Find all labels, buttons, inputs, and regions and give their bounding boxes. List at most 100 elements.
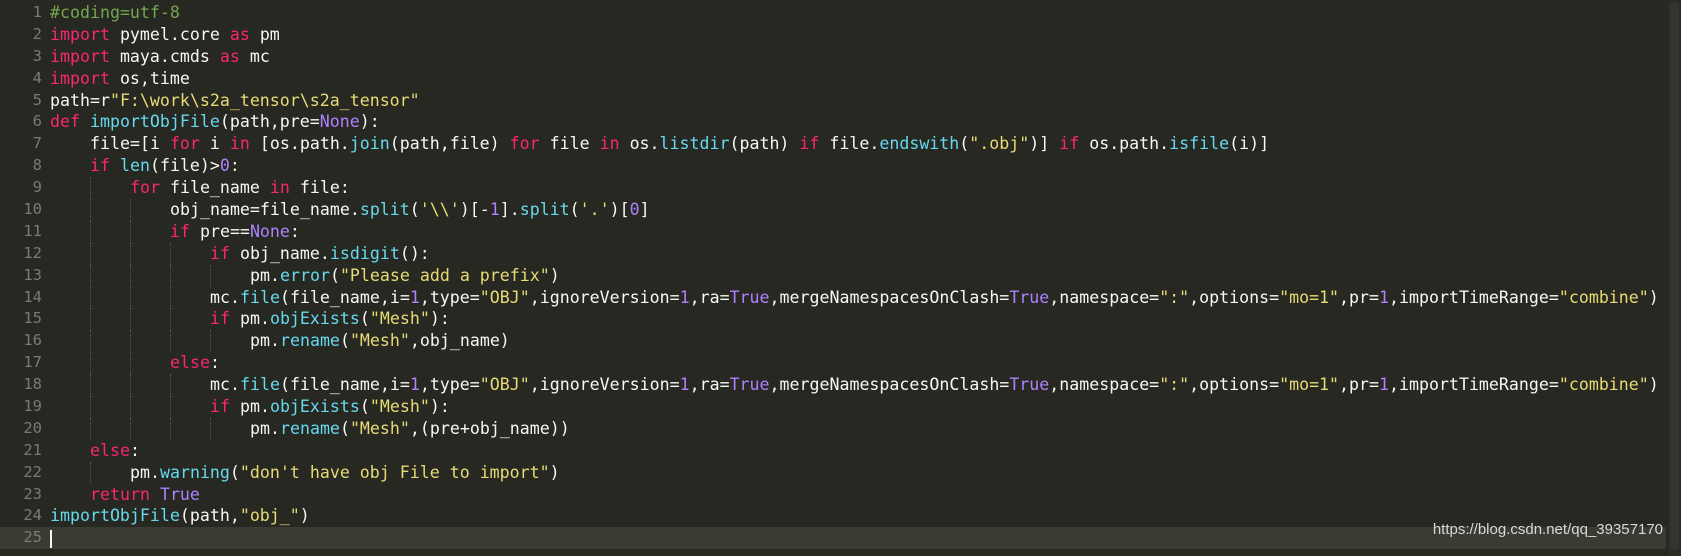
code-token: 0 xyxy=(629,200,640,220)
code-line[interactable]: 10 obj_name=file_name.split('\\')[-1].spl… xyxy=(0,199,1666,221)
code-text: if obj_name.isdigit(): xyxy=(210,243,430,265)
line-number: 7 xyxy=(32,134,42,153)
code-token: "obj_" xyxy=(239,506,300,526)
code-line[interactable]: 3 import maya.cmds as mc xyxy=(0,46,1666,68)
line-number: 21 xyxy=(23,440,42,459)
code-line[interactable]: 17 else: xyxy=(0,352,1666,375)
code-line[interactable]: 14 mc.file(file_name,i=1,type="OBJ",ignor… xyxy=(0,286,1666,309)
code-token: pm. xyxy=(250,331,280,351)
code-token: else xyxy=(170,353,210,373)
code-token: ( xyxy=(359,397,370,417)
code-line[interactable]: 7 file=[i for i in [os.path.join(path,fil… xyxy=(0,133,1666,155)
vertical-scrollbar[interactable] xyxy=(1668,0,1681,556)
code-line[interactable]: 6 def importObjFile(path,pre=None): xyxy=(0,111,1666,133)
code-token: ): xyxy=(429,309,450,329)
code-token: (): xyxy=(399,243,430,263)
code-token: pymel.core xyxy=(109,24,230,44)
code-token: ,(pre+obj_name)) xyxy=(409,418,570,438)
code-line[interactable]: 11 if pre==None: xyxy=(0,220,1666,243)
code-token: (file_name,i= xyxy=(279,375,410,395)
code-editor[interactable]: 1 #coding=utf-8 2 import pymel.core as pm 3 i… xyxy=(0,0,1681,556)
line-number: 3 xyxy=(32,46,42,65)
code-token: [os.path. xyxy=(249,134,350,154)
code-token: "OBJ" xyxy=(479,375,530,395)
indent-guide xyxy=(130,330,131,353)
line-number: 14 xyxy=(23,287,42,306)
code-token: )[ xyxy=(609,200,630,220)
code-token: ) xyxy=(549,265,560,285)
line-number: 5 xyxy=(32,90,42,109)
code-line[interactable]: 20 pm.rename("Mesh",(pre+obj_name)) xyxy=(0,417,1666,440)
code-token: None xyxy=(319,112,360,132)
code-line[interactable]: 4 import os,time xyxy=(0,68,1666,90)
code-token: pm xyxy=(249,24,280,44)
code-token: if xyxy=(170,221,190,241)
code-text: #coding=utf-8 xyxy=(50,2,180,24)
code-line[interactable]: 15 if pm.objExists("Mesh"): xyxy=(0,308,1666,331)
code-token: pm. xyxy=(250,265,280,285)
indent-guide xyxy=(90,417,91,440)
code-token: file: xyxy=(289,178,350,198)
indent-guide xyxy=(170,242,171,265)
code-token: ( xyxy=(329,265,340,285)
line-number: 13 xyxy=(23,265,42,284)
code-text: file=[i for i in [os.path.join(path,file… xyxy=(90,133,1269,155)
indent-guide xyxy=(130,308,131,331)
line-number: 9 xyxy=(32,178,42,197)
code-line[interactable]: 24 importObjFile(path,"obj_") xyxy=(0,505,1666,527)
line-number: 25 xyxy=(23,528,42,547)
code-line[interactable]: 13 pm.error("Please add a prefix") xyxy=(0,264,1666,287)
code-token: pm. xyxy=(250,418,280,438)
code-line[interactable]: 25 xyxy=(0,527,1666,550)
code-token: None xyxy=(249,221,290,241)
code-token: obj_name=file_name. xyxy=(170,200,360,220)
code-area[interactable]: 1 #coding=utf-8 2 import pymel.core as pm 3 i… xyxy=(0,2,1666,550)
code-token: True xyxy=(159,484,200,504)
code-line[interactable]: 19 if pm.objExists("Mesh"): xyxy=(0,396,1666,418)
code-text: import os,time xyxy=(50,68,190,90)
code-token: mc. xyxy=(210,287,240,307)
code-token: 1 xyxy=(1379,287,1390,307)
code-token: ) xyxy=(549,462,560,482)
code-token: ,ra= xyxy=(689,287,730,307)
line-number: 1 xyxy=(32,3,42,21)
code-token: 1 xyxy=(1379,375,1390,395)
indent-guide xyxy=(90,308,91,331)
indent-guide xyxy=(90,242,91,265)
code-token: if xyxy=(799,134,820,154)
watermark-url: https://blog.csdn.net/qq_39357170 xyxy=(1432,521,1663,538)
code-token: as xyxy=(219,46,240,66)
indent-guide xyxy=(130,286,131,309)
code-line[interactable]: 12 if obj_name.isdigit(): xyxy=(0,242,1666,265)
code-text: mc.file(file_name,i=1,type="OBJ",ignoreV… xyxy=(210,287,1659,309)
code-line[interactable]: 23 return True xyxy=(0,484,1666,506)
code-line[interactable]: 16 pm.rename("Mesh",obj_name) xyxy=(0,330,1666,353)
indent-guide xyxy=(90,396,91,418)
indent-guide xyxy=(90,330,91,353)
code-token: os.path. xyxy=(1079,134,1170,154)
code-token: if xyxy=(210,243,230,263)
code-line[interactable]: 8 if len(file)>0: xyxy=(0,155,1666,177)
scrollbar-thumb[interactable] xyxy=(1670,2,1679,550)
code-token: join xyxy=(349,134,390,154)
code-token: maya.cmds xyxy=(109,46,220,66)
code-token: ,importTimeRange= xyxy=(1389,287,1559,307)
code-token: if xyxy=(210,397,230,417)
code-line[interactable]: 1 #coding=utf-8 xyxy=(0,2,1666,24)
code-token: "don't have obj File to import" xyxy=(239,462,550,482)
code-line[interactable]: 9 for file_name in file: xyxy=(0,177,1666,200)
code-line[interactable]: 21 else: xyxy=(0,440,1666,462)
code-line[interactable]: 2 import pymel.core as pm xyxy=(0,24,1666,46)
code-token: : xyxy=(289,221,300,241)
code-token: mc. xyxy=(210,375,240,395)
code-text: pm.rename("Mesh",obj_name) xyxy=(250,330,510,352)
line-number: 20 xyxy=(23,418,42,437)
code-token: path=r xyxy=(50,90,110,110)
code-line[interactable]: 5 path=r"F:\work\s2a_tensor\s2a_tensor" xyxy=(0,90,1666,112)
code-token: ".obj" xyxy=(969,134,1030,154)
code-text: obj_name=file_name.split('\\')[-1].split… xyxy=(170,199,650,221)
code-line[interactable]: 18 mc.file(file_name,i=1,type="OBJ",ignor… xyxy=(0,374,1666,397)
code-token: ,mergeNamespacesOnClash= xyxy=(769,375,1010,395)
code-token: (path) xyxy=(729,134,800,154)
code-line[interactable]: 22 pm.warning("don't have obj File to imp… xyxy=(0,461,1666,484)
